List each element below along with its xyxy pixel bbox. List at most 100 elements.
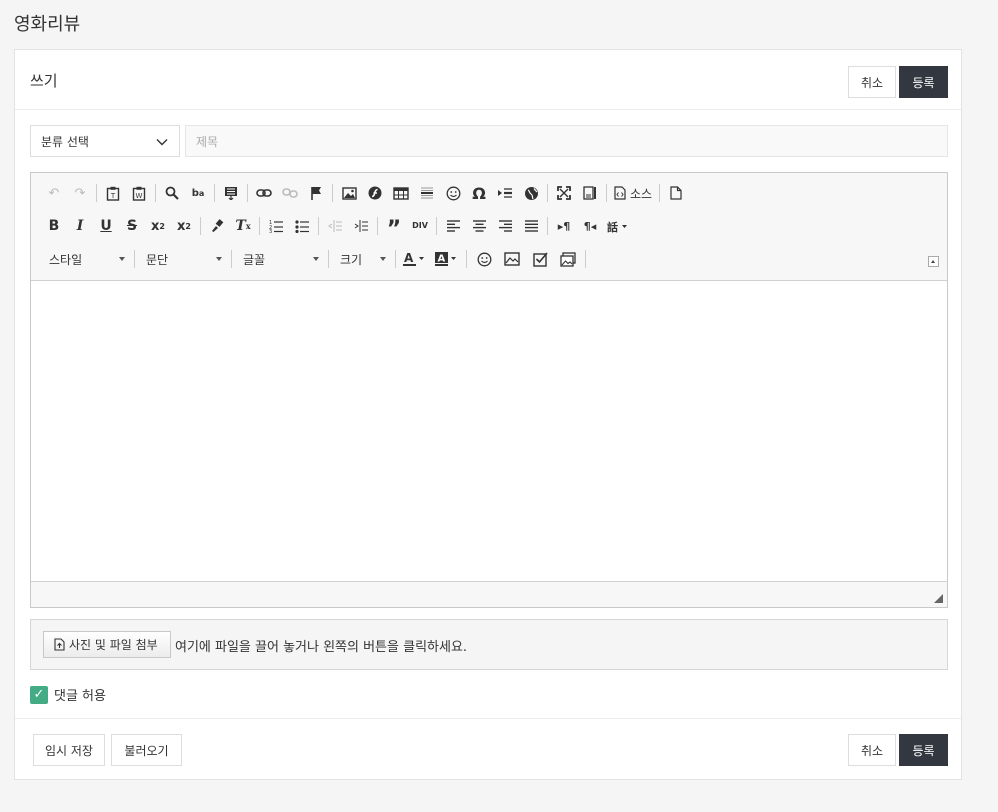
editor-content-area[interactable] [31,281,947,582]
paste-word-icon[interactable]: W [126,181,152,205]
italic-icon[interactable]: I [67,214,93,238]
image-upload-icon[interactable] [498,247,526,271]
allow-comment-label: 댓글 허용 [54,689,106,704]
checkbox-icon[interactable] [526,247,554,271]
align-left-icon[interactable] [440,214,466,238]
page-break-icon[interactable] [492,181,518,205]
remove-format-icon[interactable]: Tx [230,214,256,238]
collapse-toolbar-button[interactable] [928,256,939,267]
indent-icon[interactable] [348,214,374,238]
size-combo[interactable]: 크기 [332,248,392,270]
header-cancel-button[interactable]: 취소 [848,66,896,98]
superscript-icon[interactable]: x2 [171,214,197,238]
toolbar-row-1: ↶ ↷ T W ba Ω 소스 [41,181,689,205]
smiley-icon[interactable] [440,181,466,205]
rich-text-editor: ↶ ↷ T W ba Ω 소스 B I U S x 2 x 2 T x 1 2 … [30,172,948,608]
redo-icon[interactable]: ↷ [67,181,93,205]
svg-text:W: W [136,192,143,200]
image-icon[interactable] [336,181,362,205]
form-footer: 임시 저장 불러오기 취소 등록 [15,718,961,782]
format-combo-label: 문단 [146,252,169,267]
svg-text:A: A [438,254,446,265]
svg-text:3: 3 [269,229,272,233]
text-direction-ltr-icon[interactable]: ▸¶ [551,214,577,238]
allow-comment-option[interactable]: ✓ 댓글 허용 [30,685,106,704]
allow-comment-checkbox[interactable]: ✓ [30,685,48,704]
background-color-icon[interactable]: A [431,247,463,271]
checkmark-icon: ✓ [33,687,45,702]
unlink-icon[interactable] [277,181,303,205]
gallery-icon[interactable] [554,247,582,271]
upload-file-icon [54,638,65,651]
show-blocks-icon[interactable] [577,181,603,205]
align-center-icon[interactable] [466,214,492,238]
combo-arrow-icon [119,257,125,261]
editor-toolbar: ↶ ↷ T W ba Ω 소스 B I U S x 2 x 2 T x 1 2 … [31,173,947,281]
combo-arrow-icon [380,257,386,261]
combo-arrow-icon [313,257,319,261]
load-button[interactable]: 불러오기 [111,734,182,766]
subject-placeholder: 제목 [196,134,219,149]
text-direction-rtl-icon[interactable]: ¶◂ [577,214,603,238]
temp-save-button[interactable]: 임시 저장 [33,734,105,766]
subscript-icon[interactable]: x2 [145,214,171,238]
size-combo-label: 크기 [340,252,363,267]
new-page-icon[interactable] [663,181,689,205]
category-select[interactable]: 분류 선택 [30,125,180,157]
subject-input[interactable]: 제목 [185,125,948,157]
text-color-icon[interactable]: A [399,247,431,271]
select-all-icon[interactable] [218,181,244,205]
find-icon[interactable] [159,181,185,205]
paste-text-icon[interactable]: T [100,181,126,205]
attach-file-button[interactable]: 사진 및 파일 첨부 [43,631,171,658]
bulleted-list-icon[interactable] [289,214,315,238]
table-icon[interactable] [388,181,414,205]
write-form-card: 쓰기 취소 등록 분류 선택 제목 ↶ ↷ T W b a Ω 소스 B I U… [14,49,962,780]
font-combo[interactable]: 글꼴 [235,248,325,270]
flash-icon[interactable] [362,181,388,205]
styles-combo-label: 스타일 [49,252,83,267]
underline-icon[interactable]: U [93,214,119,238]
source-label: 소스 [630,186,653,201]
toolbar-row-2: B I U S x2 x2 Tx 123 ” DIV ▸¶ ¶◂ 話 [41,214,633,241]
svg-text:話: 話 [607,220,618,233]
svg-text:T: T [110,192,116,200]
form-title: 쓰기 [30,72,58,90]
iframe-globe-icon[interactable] [518,181,544,205]
horizontal-rule-icon[interactable] [414,181,440,205]
styles-combo[interactable]: 스타일 [41,248,131,270]
blockquote-icon[interactable]: ” [381,210,407,242]
header-submit-button[interactable]: 등록 [899,66,948,98]
emoticon-icon[interactable] [470,247,498,271]
copy-format-brush-icon[interactable] [204,214,230,238]
form-header: 쓰기 취소 등록 [15,50,961,110]
attach-hint: 여기에 파일을 끌어 놓거나 왼쪽의 버튼을 클릭하세요. [175,640,468,655]
strikethrough-icon[interactable]: S [119,214,145,238]
special-char-omega-icon[interactable]: Ω [466,181,492,205]
align-justify-icon[interactable] [518,214,544,238]
language-dropdown-icon[interactable]: 話 [603,214,633,238]
font-combo-label: 글꼴 [243,252,266,267]
numbered-list-icon[interactable]: 123 [263,214,289,238]
footer-cancel-button[interactable]: 취소 [848,734,896,766]
replace-icon[interactable]: ba [185,181,211,205]
file-attach-dropzone[interactable]: 사진 및 파일 첨부 여기에 파일을 끌어 놓거나 왼쪽의 버튼을 클릭하세요. [30,619,948,670]
outdent-icon[interactable] [322,214,348,238]
resize-handle-icon[interactable] [934,594,943,603]
svg-text:A: A [404,251,414,265]
align-right-icon[interactable] [492,214,518,238]
anchor-flag-icon[interactable] [303,181,329,205]
category-select-value: 분류 선택 [41,134,89,149]
toolbar-row-3: 스타일 문단 글꼴 크기 A A [41,247,589,271]
page-title: 영화리뷰 [14,14,81,35]
format-combo[interactable]: 문단 [138,248,228,270]
combo-arrow-icon [216,257,222,261]
undo-icon[interactable]: ↶ [41,181,67,205]
footer-submit-button[interactable]: 등록 [899,734,948,766]
create-div-icon[interactable]: DIV [407,214,433,238]
source-button[interactable]: 소스 [610,181,656,205]
source-doc-icon [614,186,626,200]
bold-icon[interactable]: B [41,214,67,238]
maximize-icon[interactable] [551,181,577,205]
link-icon[interactable] [251,181,277,205]
